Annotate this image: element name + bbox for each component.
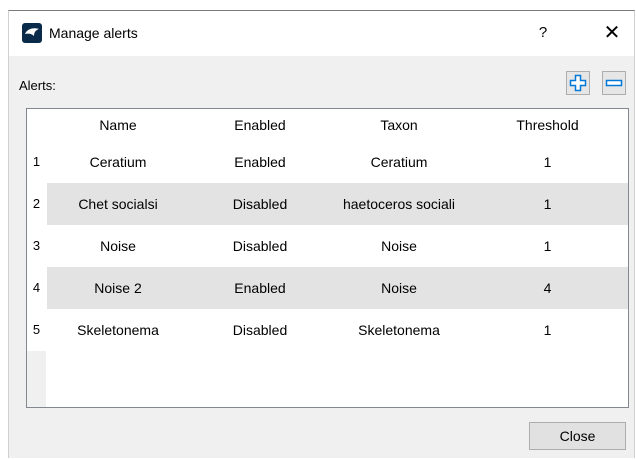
alerts-label: Alerts:	[19, 78, 56, 93]
cell-taxon[interactable]: Ceratium	[331, 141, 467, 183]
table-row[interactable]: 5 Skeletonema Disabled Skeletonema 1	[27, 309, 628, 351]
column-header-taxon[interactable]: Taxon	[331, 109, 467, 141]
cell-taxon[interactable]: Noise	[331, 267, 467, 309]
column-header-threshold[interactable]: Threshold	[467, 109, 628, 141]
add-alert-button[interactable]	[566, 71, 590, 95]
row-number[interactable]: 3	[27, 225, 46, 267]
cell-name[interactable]: Noise 2	[47, 267, 189, 309]
cell-name[interactable]: Skeletonema	[47, 309, 189, 351]
cell-enabled[interactable]: Enabled	[189, 141, 331, 183]
cell-name[interactable]: Chet socialsi	[47, 183, 189, 225]
cell-enabled[interactable]: Disabled	[189, 225, 331, 267]
row-number[interactable]: 1	[27, 141, 46, 183]
column-header-enabled[interactable]: Enabled	[189, 109, 331, 141]
close-button[interactable]: Close	[529, 422, 626, 450]
cell-threshold[interactable]: 4	[467, 267, 628, 309]
table-row[interactable]: 3 Noise Disabled Noise 1	[27, 225, 628, 267]
table-corner	[27, 109, 46, 141]
cell-name[interactable]: Noise	[47, 225, 189, 267]
close-icon[interactable]: ✕	[599, 21, 625, 45]
minus-icon	[605, 79, 623, 87]
column-header-name[interactable]: Name	[47, 109, 189, 141]
row-number[interactable]: 2	[27, 183, 46, 225]
table-row[interactable]: 1 Ceratium Enabled Ceratium 1	[27, 141, 628, 183]
cell-enabled[interactable]: Enabled	[189, 267, 331, 309]
cell-taxon[interactable]: Skeletonema	[331, 309, 467, 351]
manage-alerts-dialog: Manage alerts ? ✕ Alerts: Name Enabled T…	[8, 10, 635, 458]
help-button[interactable]: ?	[529, 21, 557, 45]
remove-alert-button[interactable]	[602, 71, 626, 95]
cell-taxon[interactable]: haetoceros sociali	[331, 183, 467, 225]
cell-enabled[interactable]: Disabled	[189, 183, 331, 225]
app-icon	[22, 23, 42, 43]
row-number[interactable]: 5	[27, 309, 46, 351]
alerts-table[interactable]: Name Enabled Taxon Threshold 1 Ceratium …	[26, 108, 629, 408]
dialog-title: Manage alerts	[49, 25, 138, 41]
table-row[interactable]: 4 Noise 2 Enabled Noise 4	[27, 267, 628, 309]
title-bar: Manage alerts ? ✕	[9, 11, 634, 56]
row-number[interactable]: 4	[27, 267, 46, 309]
cell-threshold[interactable]: 1	[467, 225, 628, 267]
cell-threshold[interactable]: 1	[467, 141, 628, 183]
cell-threshold[interactable]: 1	[467, 309, 628, 351]
cell-threshold[interactable]: 1	[467, 183, 628, 225]
table-empty-area	[47, 351, 628, 407]
table-row[interactable]: 2 Chet socialsi Disabled haetoceros soci…	[27, 183, 628, 225]
cell-taxon[interactable]: Noise	[331, 225, 467, 267]
cell-name[interactable]: Ceratium	[47, 141, 189, 183]
plus-icon	[569, 74, 587, 92]
cell-enabled[interactable]: Disabled	[189, 309, 331, 351]
